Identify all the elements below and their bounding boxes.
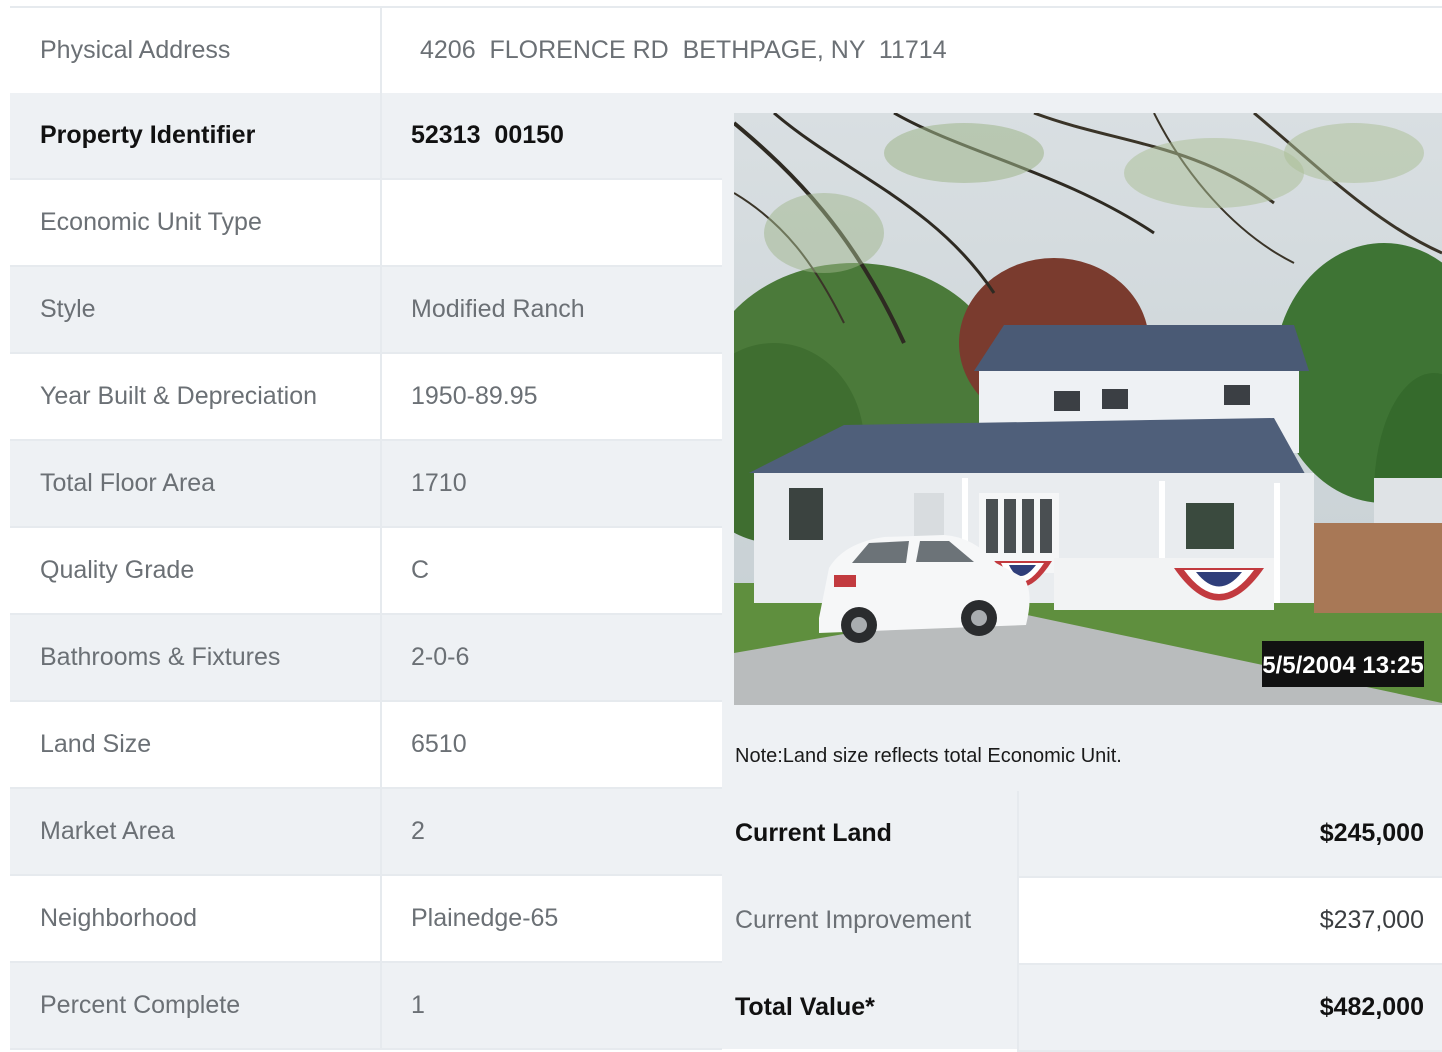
detail-row-land-size: Land Size 6510: [10, 702, 722, 789]
column-divider: [380, 267, 382, 354]
valuation-cell: $237,000: [1017, 878, 1442, 965]
photo-and-valuation-panel: 5/5/2004 13:25 Note:Land size reflects t…: [722, 93, 1442, 1052]
column-divider: [380, 876, 382, 963]
detail-label: Property Identifier: [40, 121, 256, 149]
valuation-value: $237,000: [1319, 906, 1424, 934]
column-divider: [380, 8, 382, 93]
detail-row-property-identifier: Property Identifier 52313 00150: [10, 93, 722, 180]
detail-label: Land Size: [40, 730, 152, 758]
detail-value: 1950-89.95: [411, 382, 538, 410]
column-divider: [380, 93, 382, 180]
address-label: Physical Address: [40, 36, 231, 64]
column-divider: [380, 789, 382, 876]
detail-label: Market Area: [40, 817, 175, 845]
property-record: Physical Address 4206 FLORENCE RD BETHPA…: [10, 6, 1442, 1052]
property-details-table: Property Identifier 52313 00150 Economic…: [10, 93, 722, 1050]
column-divider: [380, 615, 382, 702]
valuation-label: Current Land: [735, 819, 892, 847]
valuation-cell: $245,000: [1017, 791, 1442, 878]
photo-timestamp: 5/5/2004 13:25: [1262, 652, 1423, 679]
detail-label: Percent Complete: [40, 991, 241, 1019]
detail-row-total-floor-area: Total Floor Area 1710: [10, 441, 722, 528]
valuation-row-total-value: Total Value* $482,000: [722, 965, 1442, 1052]
valuation-label: Total Value*: [735, 993, 875, 1021]
land-size-note: Note:Land size reflects total Economic U…: [735, 745, 1122, 767]
detail-label: Economic Unit Type: [40, 208, 262, 236]
valuation-row-current-improvement: Current Improvement $237,000: [722, 878, 1442, 965]
valuation-value: $245,000: [1319, 819, 1424, 847]
detail-label: Style: [40, 295, 96, 323]
detail-label: Quality Grade: [40, 556, 195, 584]
column-divider: [380, 180, 382, 267]
detail-value: Plainedge-65: [411, 904, 559, 932]
valuation-table: Current Land $245,000 Current Improvemen…: [722, 791, 1442, 1052]
column-divider: [380, 354, 382, 441]
valuation-label: Current Improvement: [735, 906, 972, 934]
detail-label: Bathrooms & Fixtures: [40, 643, 281, 671]
column-divider: [380, 702, 382, 789]
detail-label: Neighborhood: [40, 904, 198, 932]
detail-row-quality-grade: Quality Grade C: [10, 528, 722, 615]
address-value: 4206 FLORENCE RD BETHPAGE, NY 11714: [420, 36, 947, 64]
column-divider: [380, 441, 382, 528]
address-row: Physical Address 4206 FLORENCE RD BETHPA…: [10, 8, 1442, 93]
valuation-value: $482,000: [1319, 993, 1424, 1021]
detail-value: 1710: [411, 469, 467, 497]
detail-row-year-built: Year Built & Depreciation 1950-89.95: [10, 354, 722, 441]
detail-value: 2-0-6: [411, 643, 470, 671]
detail-value: C: [411, 556, 430, 584]
property-photo[interactable]: 5/5/2004 13:25: [734, 113, 1442, 705]
detail-label: Total Floor Area: [40, 469, 216, 497]
detail-row-bathrooms: Bathrooms & Fixtures 2-0-6: [10, 615, 722, 702]
detail-value: Modified Ranch: [411, 295, 585, 323]
detail-row-neighborhood: Neighborhood Plainedge-65: [10, 876, 722, 963]
detail-value: 52313 00150: [411, 121, 564, 149]
column-divider: [380, 528, 382, 615]
detail-row-style: Style Modified Ranch: [10, 267, 722, 354]
valuation-row-current-land: Current Land $245,000: [722, 791, 1442, 878]
valuation-cell: $482,000: [1017, 965, 1442, 1052]
detail-row-percent-complete: Percent Complete 1: [10, 963, 722, 1050]
detail-label: Year Built & Depreciation: [40, 382, 318, 410]
detail-value: 1: [411, 991, 425, 1019]
detail-row-economic-unit-type: Economic Unit Type: [10, 180, 722, 267]
column-divider: [380, 963, 382, 1050]
detail-value: 2: [411, 817, 425, 845]
detail-row-market-area: Market Area 2: [10, 789, 722, 876]
detail-value: 6510: [411, 730, 467, 758]
